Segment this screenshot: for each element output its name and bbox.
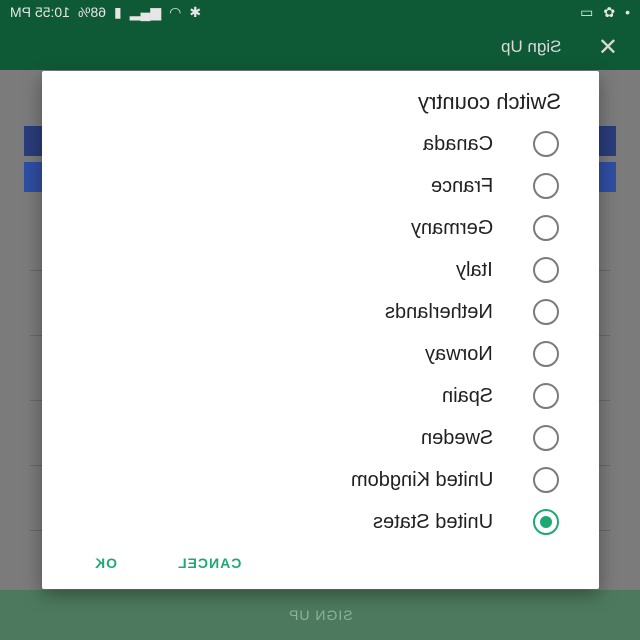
country-label: Spain [441, 384, 493, 407]
country-option-spain[interactable]: Spain [42, 375, 599, 417]
radio-button[interactable] [533, 299, 559, 325]
bluetooth-icon: ✱ [189, 3, 202, 20]
dialog-title-text: Switch country [417, 89, 561, 114]
radio-button[interactable] [533, 131, 559, 157]
country-label: United Kingdom [350, 468, 493, 491]
country-label: France [430, 174, 493, 197]
status-right: ▭ ✿ • [580, 4, 630, 21]
country-label: United States [372, 510, 493, 533]
notification-icon: ▭ [580, 3, 594, 20]
dot-icon: • [625, 4, 630, 20]
status-left: 10:55 PM 68% ▮ ▂▄▆ ◠ ✱ [10, 4, 201, 21]
close-icon[interactable]: ✕ [598, 33, 618, 62]
status-bar: 10:55 PM 68% ▮ ▂▄▆ ◠ ✱ ▭ ✿ • [0, 0, 640, 24]
ok-button[interactable]: OK [94, 555, 117, 571]
sign-up-button[interactable]: SIGN UP [0, 590, 640, 640]
country-option-united-states[interactable]: United States [42, 501, 599, 543]
page-title: Sign Up [501, 37, 562, 56]
country-label: Norway [425, 342, 493, 365]
country-option-sweden[interactable]: Sweden [42, 417, 599, 459]
signal-icon: ▂▄▆ [129, 3, 162, 20]
country-label: Germany [410, 216, 493, 239]
radio-button[interactable] [533, 257, 559, 283]
battery-level: 68% [77, 4, 106, 20]
country-label: Canada [422, 132, 493, 155]
radio-button[interactable] [533, 215, 559, 241]
status-time: 10:55 PM [10, 4, 70, 20]
country-option-france[interactable]: France [42, 165, 599, 207]
app-bar: Sign Up ✕ [0, 24, 640, 70]
country-option-italy[interactable]: Italy [42, 249, 599, 291]
country-option-norway[interactable]: Norway [42, 333, 599, 375]
country-label: Netherlands [385, 300, 493, 323]
radio-button[interactable] [533, 341, 559, 367]
country-option-united-kingdom[interactable]: United Kingdom [42, 459, 599, 501]
settings-icon: ✿ [603, 3, 616, 20]
country-option-netherlands[interactable]: Netherlands [42, 291, 599, 333]
radio-button-selected[interactable] [533, 509, 559, 535]
country-option-germany[interactable]: Germany [42, 207, 599, 249]
radio-button[interactable] [533, 425, 559, 451]
dialog-actions: OK CANCEL [94, 555, 241, 571]
radio-button[interactable] [533, 467, 559, 493]
radio-button[interactable] [533, 383, 559, 409]
cancel-button[interactable]: CANCEL [177, 555, 241, 571]
radio-button[interactable] [533, 173, 559, 199]
sign-up-label: SIGN UP [287, 607, 353, 623]
country-label: Sweden [420, 426, 493, 449]
country-options: Canada France Germany Italy Netherlands … [42, 123, 599, 543]
country-option-canada[interactable]: Canada [42, 123, 599, 165]
dialog-title: Switch country [418, 89, 561, 115]
switch-country-dialog: Switch country Canada France Germany Ita… [42, 71, 599, 589]
country-label: Italy [456, 258, 493, 281]
battery-icon: ▮ [113, 3, 122, 20]
wifi-icon: ◠ [169, 3, 182, 20]
